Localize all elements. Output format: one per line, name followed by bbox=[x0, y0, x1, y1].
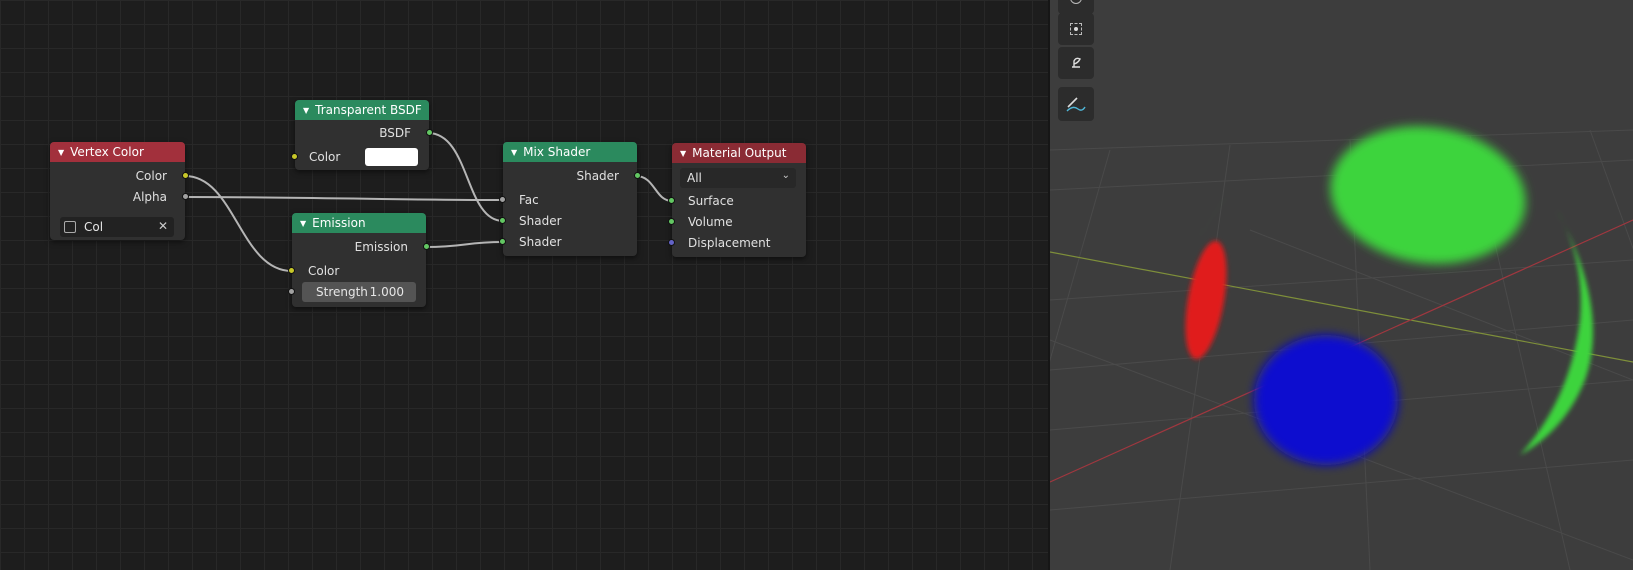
collapse-caret-icon[interactable]: ▼ bbox=[511, 148, 517, 157]
strength-field[interactable]: Strength 1.000 bbox=[302, 282, 416, 302]
input-color-socket[interactable] bbox=[288, 267, 295, 274]
output-color-label: Color bbox=[135, 169, 167, 183]
input-fac-label: Fac bbox=[519, 193, 539, 207]
viewport-scene bbox=[1050, 126, 1633, 570]
transform-icon bbox=[1072, 57, 1081, 68]
output-alpha-label: Alpha bbox=[132, 190, 167, 204]
mix-shader-header[interactable]: ▼ Mix Shader bbox=[503, 142, 637, 162]
output-shader-socket[interactable] bbox=[634, 172, 641, 179]
blue-blob bbox=[1254, 335, 1398, 465]
green-sliver-left bbox=[1198, 195, 1228, 240]
input-color-socket[interactable] bbox=[291, 153, 298, 160]
transparent-bsdf-node[interactable]: ▼ Transparent BSDF BSDF Color bbox=[291, 100, 433, 170]
green-sliver-right bbox=[1520, 210, 1594, 455]
input-shader-1-socket[interactable] bbox=[499, 217, 506, 224]
node-title: Material Output bbox=[692, 146, 787, 160]
node-links bbox=[184, 132, 673, 272]
color-layer-field[interactable]: Col ✕ bbox=[60, 217, 174, 237]
move-icon bbox=[1070, 23, 1082, 35]
node-title: Transparent BSDF bbox=[315, 103, 422, 117]
input-color-label: Color bbox=[309, 150, 341, 164]
cursor-icon bbox=[1070, 0, 1082, 4]
target-dropdown[interactable]: All ⌄ bbox=[680, 168, 796, 188]
input-shader-2-socket[interactable] bbox=[499, 238, 506, 245]
material-output-header[interactable]: ▼ Material Output bbox=[672, 143, 806, 163]
tool-button-annotate[interactable] bbox=[1058, 87, 1094, 121]
color-swatch[interactable] bbox=[365, 148, 418, 166]
output-shader-label: Shader bbox=[576, 169, 619, 183]
collapse-caret-icon[interactable]: ▼ bbox=[680, 149, 686, 158]
input-shader-1-label: Shader bbox=[519, 214, 562, 228]
link-color-to-emission bbox=[184, 175, 293, 272]
tool-button-move[interactable] bbox=[1058, 13, 1094, 45]
annotate-icon bbox=[1066, 97, 1086, 112]
link-emission-to-shader bbox=[425, 241, 504, 248]
collapse-caret-icon[interactable]: ▼ bbox=[303, 106, 309, 115]
strength-value: 1.000 bbox=[369, 285, 404, 299]
input-strength-socket[interactable] bbox=[288, 288, 295, 295]
input-displacement-socket[interactable] bbox=[668, 239, 675, 246]
input-fac-socket[interactable] bbox=[499, 196, 506, 203]
transparent-bsdf-header[interactable]: ▼ Transparent BSDF bbox=[295, 100, 429, 120]
strength-label: Strength bbox=[316, 285, 368, 299]
link-shader-to-surface bbox=[635, 175, 673, 202]
material-output-node[interactable]: ▼ Material Output All ⌄ Surface Volume D… bbox=[668, 143, 806, 257]
target-value: All bbox=[687, 171, 702, 185]
input-surface-socket[interactable] bbox=[668, 197, 675, 204]
input-color-label: Color bbox=[308, 264, 340, 278]
collapse-caret-icon[interactable]: ▼ bbox=[58, 148, 64, 157]
tool-button-top[interactable] bbox=[1058, 0, 1094, 14]
green-blob-top bbox=[1330, 126, 1526, 264]
node-title: Vertex Color bbox=[70, 145, 144, 159]
input-displacement-label: Displacement bbox=[688, 236, 771, 250]
output-bsdf-label: BSDF bbox=[379, 126, 411, 140]
tool-button-transform[interactable] bbox=[1058, 47, 1094, 79]
3d-viewport[interactable] bbox=[1050, 0, 1633, 570]
output-bsdf-socket[interactable] bbox=[426, 129, 433, 136]
vertex-color-node[interactable]: ▼ Vertex Color Color Alpha Col ✕ bbox=[50, 142, 189, 240]
red-blob bbox=[1185, 240, 1227, 360]
output-color-socket[interactable] bbox=[182, 172, 189, 179]
node-title: Mix Shader bbox=[523, 145, 591, 159]
vertex-color-layer-icon bbox=[64, 221, 76, 233]
output-alpha-socket[interactable] bbox=[182, 193, 189, 200]
output-emission-label: Emission bbox=[354, 240, 408, 254]
node-title: Emission bbox=[312, 216, 366, 230]
emission-node[interactable]: ▼ Emission Emission Color Strength 1.000 bbox=[288, 213, 430, 307]
output-emission-socket[interactable] bbox=[423, 243, 430, 250]
input-volume-label: Volume bbox=[688, 215, 733, 229]
input-volume-socket[interactable] bbox=[668, 218, 675, 225]
link-alpha-to-fac bbox=[184, 196, 504, 201]
chevron-down-icon: ⌄ bbox=[781, 170, 790, 181]
emission-header[interactable]: ▼ Emission bbox=[292, 213, 426, 233]
mix-shader-node[interactable]: ▼ Mix Shader Shader Fac Shader Shader bbox=[499, 142, 641, 256]
layer-name: Col bbox=[84, 220, 104, 234]
clear-icon[interactable]: ✕ bbox=[158, 219, 168, 233]
vertex-color-header[interactable]: ▼ Vertex Color bbox=[50, 142, 185, 162]
input-shader-2-label: Shader bbox=[519, 235, 562, 249]
collapse-caret-icon[interactable]: ▼ bbox=[300, 219, 306, 228]
node-editor[interactable]: ▼ Vertex Color Color Alpha Col ✕ ▼ Trans… bbox=[0, 0, 1048, 570]
link-bsdf-to-shader bbox=[427, 132, 504, 222]
input-surface-label: Surface bbox=[688, 194, 734, 208]
